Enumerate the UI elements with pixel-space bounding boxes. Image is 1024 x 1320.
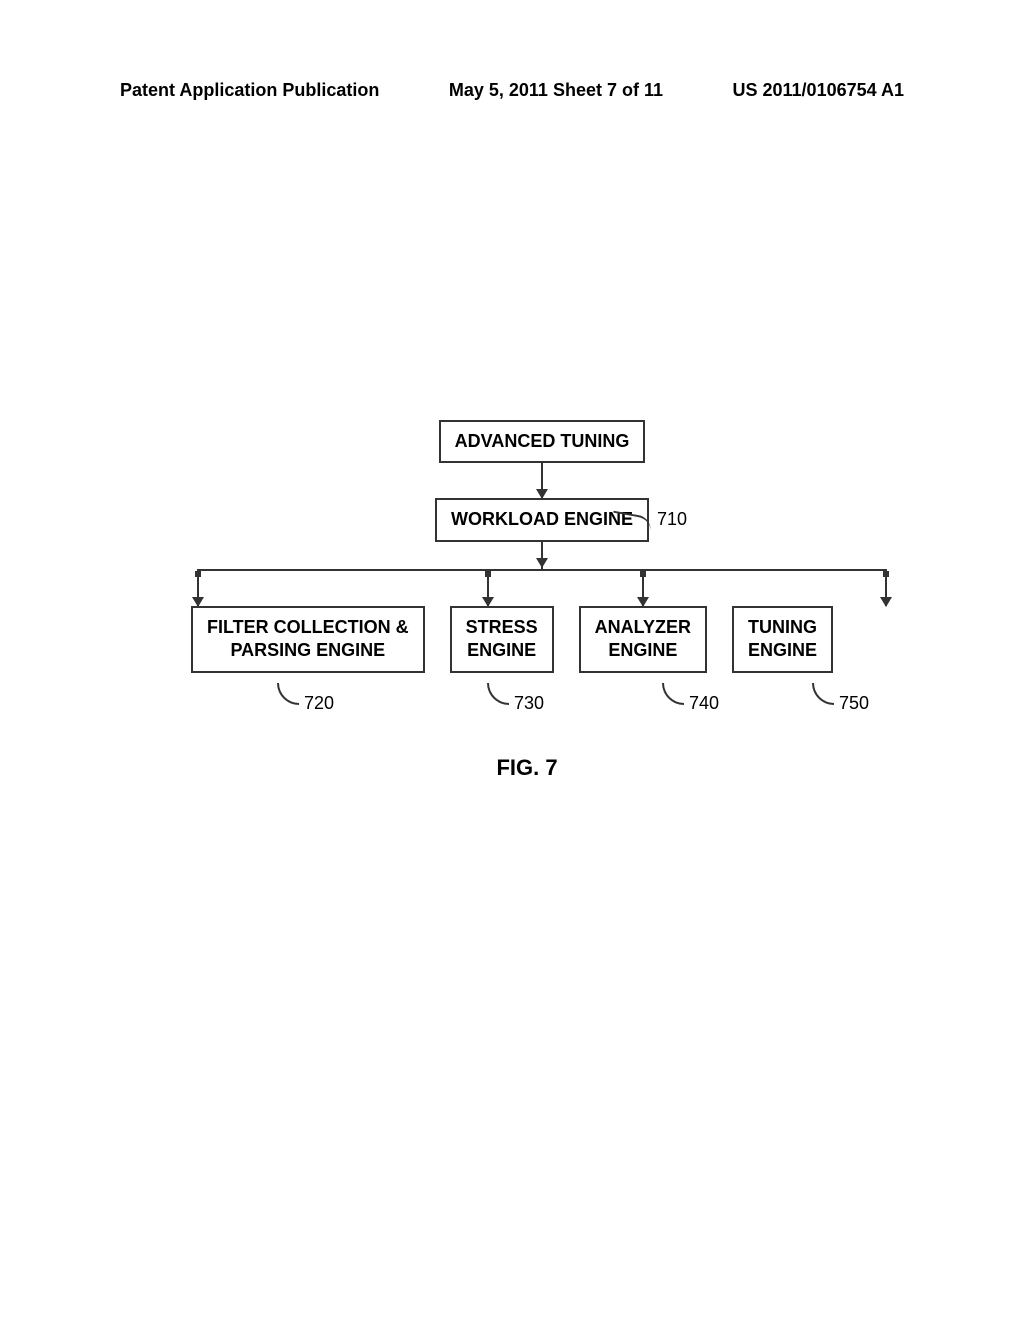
branch-2 bbox=[487, 571, 489, 606]
ref-730: 730 bbox=[514, 693, 544, 714]
branch-1 bbox=[197, 571, 199, 606]
header-right: US 2011/0106754 A1 bbox=[733, 80, 904, 101]
arrow-icon bbox=[642, 571, 644, 606]
bottom-row: FILTER COLLECTION & PARSING ENGINE STRES… bbox=[191, 606, 833, 673]
arrow-icon bbox=[197, 571, 199, 606]
ref-720-group: 720 bbox=[277, 683, 334, 714]
ref-750-group: 750 bbox=[812, 683, 869, 714]
figure-label: FIG. 7 bbox=[30, 755, 1024, 781]
ref-730-group: 730 bbox=[487, 683, 544, 714]
branch-connecth bbox=[197, 571, 887, 606]
diagram: ADVANCED TUNING WORKLOAD ENGINE 710 FILT… bbox=[0, 420, 1024, 683]
arrow-icon bbox=[541, 542, 543, 567]
arrow-icon bbox=[885, 571, 887, 606]
arrow-icon bbox=[541, 463, 543, 498]
ref-740-group: 740 bbox=[662, 683, 719, 714]
leader-curve bbox=[487, 683, 509, 705]
ref-720: 720 bbox=[304, 693, 334, 714]
branch-4 bbox=[885, 571, 887, 606]
ref-740: 740 bbox=[689, 693, 719, 714]
leader-curve bbox=[662, 683, 684, 705]
leader-curve bbox=[277, 683, 299, 705]
analyzer-engine-box: ANALYZER ENGINE bbox=[579, 606, 707, 673]
leader-curve bbox=[812, 683, 834, 705]
header-left: Patent Application Publication bbox=[120, 80, 379, 101]
stress-engine-box: STRESS ENGINE bbox=[450, 606, 554, 673]
tuning-engine-box: TUNING ENGINE bbox=[732, 606, 833, 673]
ref-710: 710 bbox=[657, 509, 687, 530]
page-header: Patent Application Publication May 5, 20… bbox=[0, 80, 1024, 101]
arrow-icon bbox=[487, 571, 489, 606]
filter-collection-box: FILTER COLLECTION & PARSING ENGINE bbox=[191, 606, 425, 673]
branch-3 bbox=[642, 571, 644, 606]
header-center: May 5, 2011 Sheet 7 of 11 bbox=[449, 80, 663, 101]
workload-row: WORKLOAD ENGINE 710 bbox=[375, 498, 649, 541]
advanced-tuning-box: ADVANCED TUNING bbox=[439, 420, 646, 463]
ref-750: 750 bbox=[839, 693, 869, 714]
